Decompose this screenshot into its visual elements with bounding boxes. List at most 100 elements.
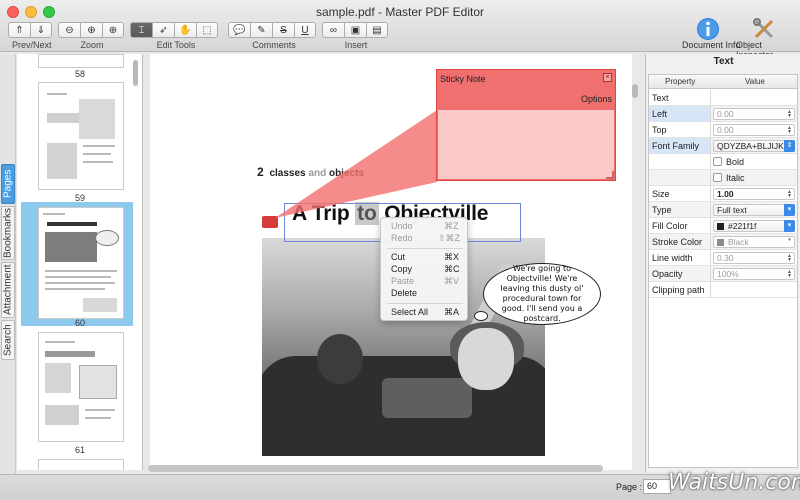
prop-type-label: Type [649, 202, 711, 218]
chevron-down-icon: ▾ [788, 237, 791, 243]
row-bold: Bold [649, 154, 797, 170]
row-fill-color: Fill Color #221f1f ▾ [649, 218, 797, 234]
menu-separator [387, 248, 463, 249]
header-property: Property [665, 77, 696, 86]
sticky-note-body[interactable] [438, 110, 614, 179]
menu-redo-shortcut: ⇧⌘Z [438, 233, 461, 243]
left-input[interactable]: 0.00 ▲ ▼ [713, 108, 795, 120]
menu-item-copy[interactable]: Copy ⌘C [381, 264, 469, 276]
row-size: Size 1.00 ▲ ▼ [649, 186, 797, 202]
row-line-width: Line width 0.30 ▲ ▼ [649, 250, 797, 266]
prop-left-label: Left [649, 106, 711, 122]
menu-copy-shortcut: ⌘C [444, 264, 460, 274]
resize-grip-icon[interactable] [606, 171, 614, 179]
size-value: 1.00 [717, 189, 734, 199]
menu-item-cut[interactable]: Cut ⌘X [381, 252, 469, 264]
row-text: Text [649, 90, 797, 106]
type-value: Full text [717, 205, 747, 215]
menu-copy-label: Copy [391, 264, 413, 274]
stroke-color-swatch [717, 239, 724, 246]
menu-select-all-label: Select All [391, 307, 429, 317]
prop-italic-blank [649, 170, 711, 186]
app-window: sample.pdf - Master PDF Editor ⇑ ⇓ Prev/… [0, 0, 800, 500]
page-label: Page : [616, 482, 643, 492]
fill-color-value: #221f1f [728, 221, 757, 231]
sticky-note[interactable]: Sticky Note × Options [436, 69, 616, 181]
menu-select-all-shortcut: ⌘A [444, 307, 460, 317]
prop-bold-blank [649, 154, 711, 170]
line-width-value: 0.30 [717, 253, 734, 263]
page-number-input[interactable]: 60 [643, 479, 671, 494]
menu-paste-shortcut: ⌘V [444, 276, 460, 286]
property-table: Property Value Text Left 0.00 ▲ ▼ Top 0.00… [648, 74, 798, 468]
prop-fill-color-label: Fill Color [649, 218, 711, 234]
stroke-color-select[interactable]: Black ▾ [713, 236, 795, 248]
document-horizontal-scrollbar[interactable] [148, 465, 603, 472]
stepper-icon[interactable]: ▲ ▼ [786, 190, 793, 199]
stepper-icon[interactable]: ▲ ▼ [786, 110, 793, 119]
menu-undo-shortcut: ⌘Z [444, 221, 459, 231]
opacity-input[interactable]: 100% ▲ ▼ [713, 268, 795, 280]
top-value: 0.00 [717, 125, 734, 135]
menu-cut-label: Cut [391, 252, 406, 262]
prop-stroke-color-label: Stroke Color [649, 234, 711, 250]
inspector-title: Text [713, 56, 734, 67]
document-vertical-scrollbar[interactable] [632, 84, 638, 98]
row-font-family: Font Family QDYZBA+BLJIJK ⇕ [649, 138, 797, 154]
row-opacity: Opacity 100% ▲ ▼ [649, 266, 797, 282]
sticky-close-icon[interactable]: × [603, 73, 612, 82]
menu-redo-label: Redo [391, 233, 413, 243]
menu-separator [387, 303, 463, 304]
opacity-value: 100% [717, 269, 739, 279]
size-input[interactable]: 1.00 ▲ ▼ [713, 188, 795, 200]
prop-clipping-path-label: Clipping path [649, 282, 711, 298]
prop-size-label: Size [649, 186, 711, 202]
prop-opacity-label: Opacity [649, 266, 711, 282]
sticky-note-options[interactable]: Options [581, 94, 612, 104]
bold-label: Bold [726, 157, 745, 167]
left-value: 0.00 [717, 109, 734, 119]
row-clipping-path: Clipping path [649, 282, 797, 298]
sticky-note-title: Sticky Note [440, 74, 486, 84]
menu-item-delete[interactable]: Delete [381, 288, 469, 300]
property-table-header: Property Value [649, 75, 797, 89]
prop-line-width-label: Line width [649, 250, 711, 266]
menu-cut-shortcut: ⌘X [444, 252, 460, 262]
menu-undo-label: Undo [391, 221, 413, 231]
top-input[interactable]: 0.00 ▲ ▼ [713, 124, 795, 136]
watermark-logo: WaitsUn.com [668, 470, 800, 495]
stepper-icon[interactable]: ▲ ▼ [786, 126, 793, 135]
row-stroke-color: Stroke Color Black ▾ [649, 234, 797, 250]
menu-item-select-all[interactable]: Select All ⌘A [381, 307, 469, 319]
row-left: Left 0.00 ▲ ▼ [649, 106, 797, 122]
prop-font-family-label: Font Family [649, 138, 711, 154]
row-italic: Italic [649, 170, 797, 186]
fill-color-select[interactable]: #221f1f ▾ [713, 220, 795, 232]
prop-text-label: Text [649, 90, 711, 106]
prop-top-label: Top [649, 122, 711, 138]
font-family-value: QDYZBA+BLJIJK [717, 141, 784, 151]
header-value: Value [745, 77, 765, 86]
row-top: Top 0.00 ▲ ▼ [649, 122, 797, 138]
menu-paste-label: Paste [391, 276, 415, 286]
stroke-color-value: Black [728, 237, 749, 247]
context-menu: Undo ⌘Z Redo ⇧⌘Z Cut ⌘X Copy ⌘C Paste ⌘V… [380, 217, 468, 321]
fill-color-swatch [717, 223, 724, 230]
chevron-down-icon: ▾ [784, 220, 795, 232]
chevron-down-icon: ▾ [784, 204, 795, 216]
chevron-down-icon: ⇕ [784, 140, 795, 152]
stepper-icon[interactable]: ▲ ▼ [786, 254, 793, 263]
object-inspector-panel: Text Property Value Text Left 0.00 ▲ ▼ Top… [645, 54, 800, 472]
menu-delete-label: Delete [391, 288, 418, 298]
line-width-input[interactable]: 0.30 ▲ ▼ [713, 252, 795, 264]
row-type: Type Full text ▾ [649, 202, 797, 218]
stepper-icon[interactable]: ▲ ▼ [786, 270, 793, 279]
menu-item-redo[interactable]: Redo ⇧⌘Z [381, 233, 469, 245]
type-select[interactable]: Full text ▾ [713, 204, 795, 216]
italic-checkbox[interactable] [713, 173, 722, 182]
menu-item-paste[interactable]: Paste ⌘V [381, 276, 469, 288]
font-family-select[interactable]: QDYZBA+BLJIJK ⇕ [713, 140, 795, 152]
menu-item-undo[interactable]: Undo ⌘Z [381, 221, 469, 233]
bold-checkbox[interactable] [713, 157, 722, 166]
italic-label: Italic [726, 173, 745, 183]
